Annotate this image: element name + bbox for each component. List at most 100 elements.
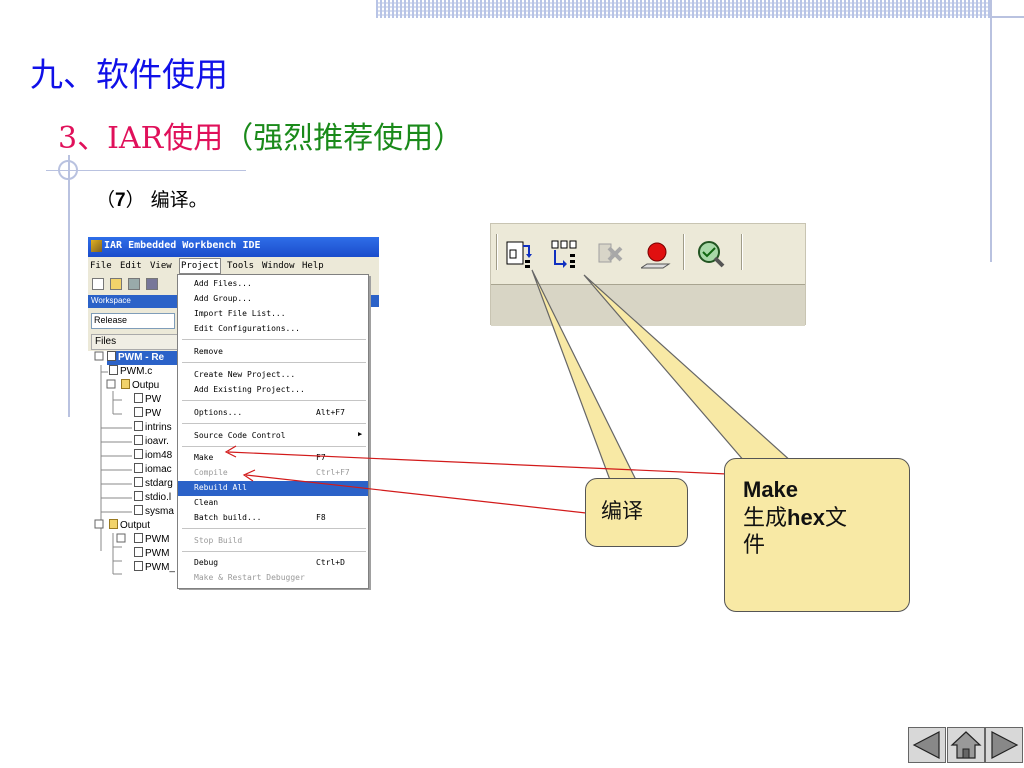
menu-separator xyxy=(182,400,366,401)
project-icon xyxy=(107,351,116,361)
arrow-right-icon xyxy=(991,731,1019,759)
tree-item-file[interactable]: iom48 xyxy=(134,449,172,463)
menu-item-import-file-list[interactable]: Import File List... xyxy=(178,307,368,322)
tree-item-project[interactable]: PWM - Re xyxy=(107,351,180,365)
tree-item-file[interactable]: iomac xyxy=(134,463,172,477)
decorative-line xyxy=(992,16,1024,18)
step-number: 7 xyxy=(115,190,126,211)
tree-item-file[interactable]: PWM.c xyxy=(109,365,152,379)
step-open: （ xyxy=(96,189,116,211)
file-icon xyxy=(109,365,118,375)
make-icon[interactable] xyxy=(549,238,581,270)
workspace-file-tree: PWM - Re PWM.c Outpu PW PW intrins ioavr… xyxy=(88,351,180,590)
toolbar-lower-area xyxy=(491,284,805,326)
menu-item-add-files[interactable]: Add Files... xyxy=(178,277,368,292)
tree-item-file[interactable]: PWM xyxy=(134,547,169,561)
subtitle-prefix: 3、IAR使用 xyxy=(58,121,224,156)
tree-item-file[interactable]: intrins xyxy=(134,421,172,435)
menu-separator xyxy=(182,339,366,340)
build-toolbar-zoom xyxy=(490,223,806,326)
previous-slide-button[interactable] xyxy=(908,727,946,763)
compile-icon[interactable] xyxy=(503,238,535,270)
menu-separator xyxy=(182,362,366,363)
tree-item-file[interactable]: PWM_ xyxy=(134,561,175,575)
menu-item-clean[interactable]: Clean xyxy=(178,496,368,511)
folder-icon xyxy=(109,519,118,529)
menu-item-make-restart-debugger[interactable]: Make & Restart Debugger xyxy=(178,571,368,586)
tree-item-file[interactable]: PW xyxy=(134,393,161,407)
menu-item-make[interactable]: Make F7 xyxy=(178,451,368,466)
file-icon xyxy=(134,421,143,431)
menu-item-create-new-project[interactable]: Create New Project... xyxy=(178,368,368,383)
folder-icon xyxy=(121,379,130,389)
menu-view[interactable]: View xyxy=(150,261,172,271)
menu-item-source-code-control[interactable]: Source Code Control ▶ xyxy=(178,429,368,444)
make-callout-line3: 件 xyxy=(743,532,766,558)
ide-screenshot: IAR Embedded Workbench IDE File Edit Vie… xyxy=(88,237,379,590)
step-text: 编译。 xyxy=(150,189,208,211)
file-icon xyxy=(134,393,143,403)
toolbar-separator xyxy=(496,234,498,270)
tree-item-file[interactable]: sysma xyxy=(134,505,174,519)
menu-separator xyxy=(182,446,366,447)
decorative-line xyxy=(990,0,992,262)
iar-logo-icon xyxy=(91,240,102,252)
file-icon xyxy=(134,505,143,515)
debug-icon[interactable] xyxy=(695,238,727,270)
menu-edit[interactable]: Edit xyxy=(120,261,142,271)
compile-callout: 编译 xyxy=(585,478,688,547)
menu-item-options[interactable]: Options... Alt+F7 xyxy=(178,406,368,421)
tree-item-file[interactable]: PW xyxy=(134,407,161,421)
stop-build-icon[interactable] xyxy=(595,238,627,270)
file-icon xyxy=(134,491,143,501)
menu-tools[interactable]: Tools xyxy=(227,261,254,271)
menu-item-add-group[interactable]: Add Group... xyxy=(178,292,368,307)
ide-title-text: IAR Embedded Workbench IDE xyxy=(104,240,261,251)
step-close: ） xyxy=(125,189,145,211)
menu-item-debug[interactable]: Debug Ctrl+D xyxy=(178,556,368,571)
menu-item-remove[interactable]: Remove xyxy=(178,345,368,360)
file-icon xyxy=(134,435,143,445)
slide-title: 九、软件使用 xyxy=(30,55,228,94)
file-icon xyxy=(134,547,143,557)
tree-item-file[interactable]: stdarg xyxy=(134,477,173,491)
tree-item-folder[interactable]: Output xyxy=(109,519,150,533)
step-heading: （7） 编译。 xyxy=(96,185,208,212)
file-icon xyxy=(134,449,143,459)
next-slide-button[interactable] xyxy=(985,727,1023,763)
home-slide-button[interactable] xyxy=(947,727,985,763)
breakpoint-icon[interactable] xyxy=(641,238,673,270)
ide-title-bar: IAR Embedded Workbench IDE xyxy=(88,237,379,257)
make-callout-line1: Make xyxy=(743,477,799,502)
save-all-icon[interactable] xyxy=(146,278,158,290)
new-file-icon[interactable] xyxy=(92,278,104,290)
file-icon xyxy=(134,561,143,571)
toolbar-separator xyxy=(683,234,685,270)
menu-item-stop-build[interactable]: Stop Build xyxy=(178,534,368,549)
decorative-top-bar xyxy=(376,0,992,18)
files-column-header: Files xyxy=(91,334,179,350)
menu-item-compile[interactable]: Compile Ctrl+F7 xyxy=(178,466,368,481)
file-icon xyxy=(134,533,143,543)
slide-subtitle: 3、IAR使用（强烈推荐使用） xyxy=(58,113,463,157)
tree-item-file[interactable]: stdio.l xyxy=(134,491,171,505)
menu-item-add-existing-project[interactable]: Add Existing Project... xyxy=(178,383,368,398)
project-menu-dropdown: Add Files... Add Group... Import File Li… xyxy=(177,274,369,589)
menu-project[interactable]: Project xyxy=(179,258,221,274)
menu-window[interactable]: Window xyxy=(262,261,295,271)
menu-help[interactable]: Help xyxy=(302,261,324,271)
open-folder-icon[interactable] xyxy=(110,278,122,290)
menu-item-edit-configurations[interactable]: Edit Configurations... xyxy=(178,322,368,337)
decorative-line xyxy=(68,155,70,417)
tree-item-file[interactable]: ioavr. xyxy=(134,435,169,449)
configuration-select[interactable]: Release xyxy=(91,313,175,329)
arrow-left-icon xyxy=(912,731,940,759)
menu-file[interactable]: File xyxy=(90,261,112,271)
tree-item-folder[interactable]: Outpu xyxy=(121,379,159,393)
menu-item-rebuild-all[interactable]: Rebuild All xyxy=(178,481,368,496)
menu-separator xyxy=(182,551,366,552)
tree-item-file[interactable]: PWM xyxy=(134,533,169,547)
menu-item-batch-build[interactable]: Batch build... F8 xyxy=(178,511,368,526)
menu-separator xyxy=(182,423,366,424)
save-icon[interactable] xyxy=(128,278,140,290)
